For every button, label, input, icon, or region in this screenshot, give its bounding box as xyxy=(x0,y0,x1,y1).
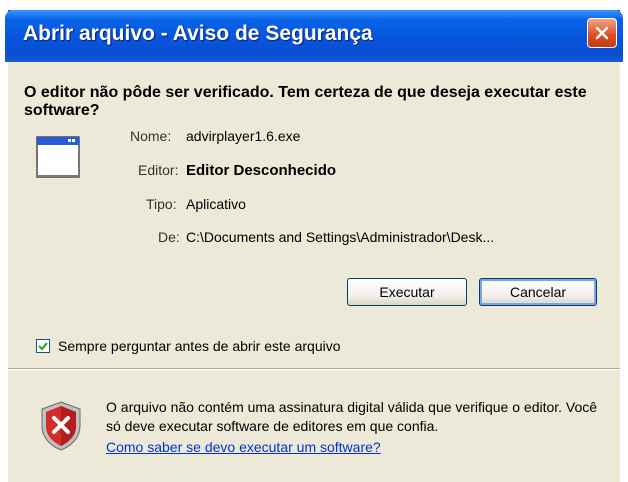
publisher-value[interactable]: Editor Desconhecido xyxy=(186,162,336,179)
help-link[interactable]: Como saber se devo executar um software? xyxy=(106,439,381,455)
file-name-value: advirplayer1.6.exe xyxy=(186,128,301,144)
source-label: De: xyxy=(158,229,180,245)
warning-text: O arquivo não contém uma assinatura digi… xyxy=(106,399,598,434)
always-ask-label[interactable]: Sempre perguntar antes de abrir este arq… xyxy=(58,338,341,354)
window-title: Abrir arquivo - Aviso de Segurança xyxy=(23,22,373,45)
security-headline: O editor não pôde ser verificado. Tem ce… xyxy=(24,84,587,119)
publisher-row: Editor: Editor Desconhecido xyxy=(100,162,600,182)
section-divider-highlight xyxy=(8,369,620,370)
checkmark-icon xyxy=(38,342,48,351)
application-window-icon xyxy=(36,136,80,178)
close-icon xyxy=(595,26,609,40)
type-label: Tipo: xyxy=(146,196,177,212)
type-row: Tipo: Aplicativo xyxy=(100,196,600,216)
cancel-button[interactable]: Cancelar xyxy=(479,278,597,306)
run-button[interactable]: Executar xyxy=(347,278,467,306)
file-name-row: Nome: advirplayer1.6.exe xyxy=(100,128,600,148)
source-row: De: C:\Documents and Settings\Administra… xyxy=(100,229,600,249)
security-shield-icon xyxy=(41,401,81,451)
title-bar[interactable]: Abrir arquivo - Aviso de Segurança xyxy=(5,10,623,62)
publisher-label: Editor: xyxy=(138,162,179,178)
type-value: Aplicativo xyxy=(186,196,246,212)
file-name-label: Nome: xyxy=(130,128,172,144)
source-value: C:\Documents and Settings\Administrador\… xyxy=(186,229,495,245)
close-button[interactable] xyxy=(587,18,617,48)
always-ask-checkbox[interactable] xyxy=(36,339,50,353)
